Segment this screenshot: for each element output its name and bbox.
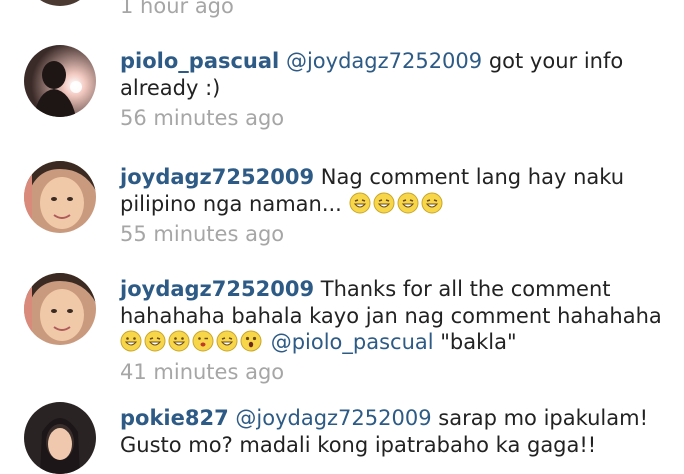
laughing-face-icon [216,330,238,352]
surprised-face-icon [240,330,262,352]
laughing-face-icon [144,330,166,352]
comment-text: joydagz7252009 Thanks for all the commen… [120,276,670,356]
avatar[interactable] [24,45,96,117]
avatar[interactable] [24,161,96,233]
avatar[interactable] [24,273,96,345]
comment-username[interactable]: pokie827 [120,406,229,430]
comment-mention[interactable]: @joydagz7252009 [286,49,482,73]
comment-text: joydagz7252009 Nag comment lang hay naku… [120,164,670,217]
comment-username[interactable]: joydagz7252009 [120,277,314,301]
avatar[interactable] [24,402,96,474]
laughing-face-icon [421,192,443,214]
winking-face-icon [192,330,214,352]
avatar[interactable] [24,0,96,6]
comment-text: pokie827 @joydagz7252009 sarap mo ipakul… [120,405,670,458]
comment-username[interactable]: joydagz7252009 [120,165,314,189]
comment-mention[interactable]: @piolo_pascual [271,330,434,354]
laughing-face-icon [373,192,395,214]
comment-timestamp: 41 minutes ago [120,360,285,384]
comment-timestamp: 1 hour ago [120,0,234,18]
comment-timestamp: 56 minutes ago [120,106,285,130]
comment-message-end: "bakla" [433,330,517,354]
comment-timestamp: 55 minutes ago [120,222,285,246]
comment-mention[interactable]: @joydagz7252009 [235,406,431,430]
comment-text: piolo_pascual @joydagz7252009 got your i… [120,48,670,101]
comment-username[interactable]: piolo_pascual [120,49,279,73]
grinning-face-icon [120,330,142,352]
grinning-face-icon [168,330,190,352]
laughing-face-icon [349,192,371,214]
laughing-face-icon [397,192,419,214]
